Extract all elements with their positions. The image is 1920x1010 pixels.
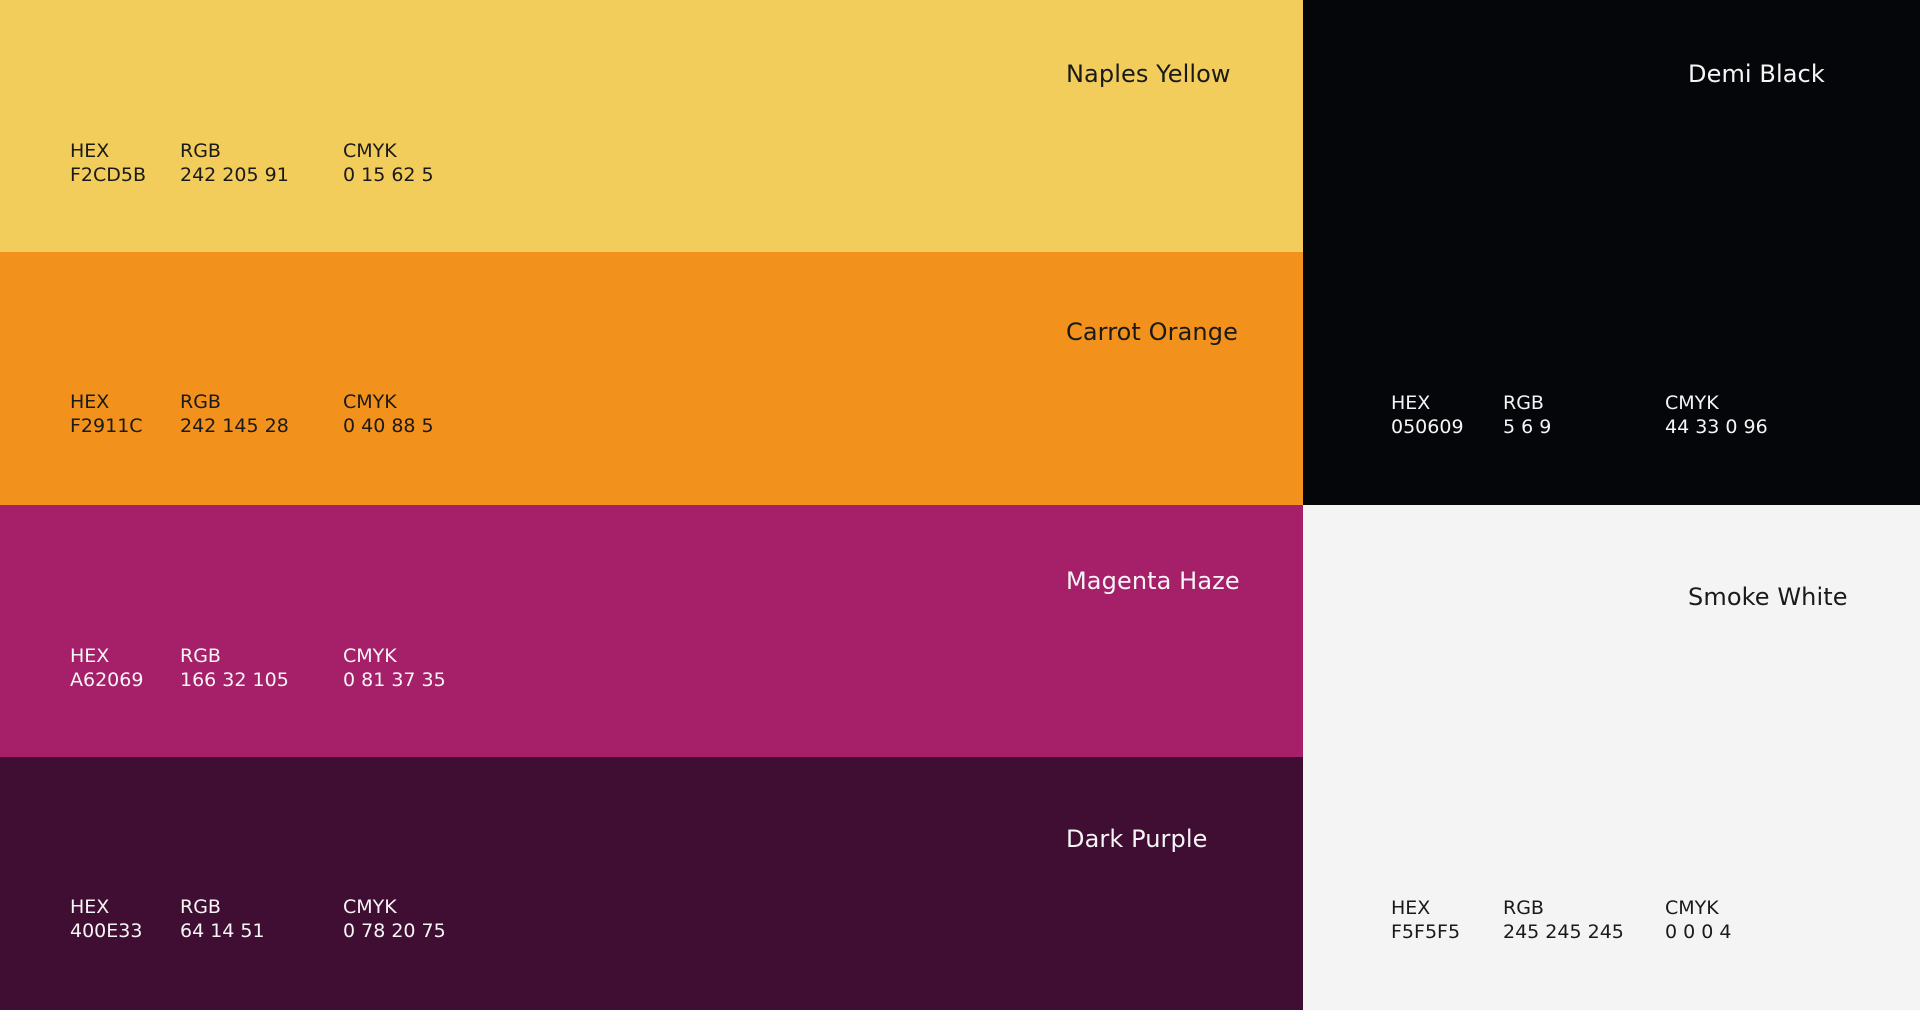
hex-spec: HEX 400E33 <box>70 895 142 943</box>
hex-value: F5F5F5 <box>1391 921 1461 943</box>
cmyk-spec: CMYK 0 40 88 5 <box>343 390 434 438</box>
hex-label: HEX <box>1391 897 1431 919</box>
hex-spec: HEX F2CD5B <box>70 139 146 187</box>
rgb-label: RGB <box>180 896 221 918</box>
cmyk-label: CMYK <box>1665 897 1719 919</box>
rgb-label: RGB <box>180 645 221 667</box>
swatch-demi-black: Demi Black HEX 050609 RGB 5 6 9 CMYK 44 … <box>1303 0 1920 505</box>
cmyk-spec: CMYK 0 0 0 4 <box>1665 896 1731 944</box>
cmyk-label: CMYK <box>343 645 397 667</box>
color-name: Dark Purple <box>1066 825 1208 853</box>
hex-spec: HEX F2911C <box>70 390 143 438</box>
swatch-smoke-white: Smoke White HEX F5F5F5 RGB 245 245 245 C… <box>1303 505 1920 1010</box>
cmyk-value: 0 81 37 35 <box>343 669 446 691</box>
rgb-spec: RGB 5 6 9 <box>1503 391 1551 439</box>
rgb-value: 64 14 51 <box>180 920 265 942</box>
cmyk-spec: CMYK 0 15 62 5 <box>343 139 434 187</box>
rgb-spec: RGB 242 145 28 <box>180 390 289 438</box>
cmyk-spec: CMYK 44 33 0 96 <box>1665 391 1768 439</box>
color-name: Demi Black <box>1688 60 1825 88</box>
rgb-value: 166 32 105 <box>180 669 289 691</box>
hex-value: 400E33 <box>70 920 143 942</box>
rgb-value: 242 145 28 <box>180 415 289 437</box>
rgb-value: 242 205 91 <box>180 164 289 186</box>
swatch-carrot-orange: Carrot Orange HEX F2911C RGB 242 145 28 … <box>0 252 1303 505</box>
color-palette: Naples Yellow HEX F2CD5B RGB 242 205 91 … <box>0 0 1920 1010</box>
rgb-spec: RGB 245 245 245 <box>1503 896 1624 944</box>
cmyk-value: 0 15 62 5 <box>343 164 434 186</box>
hex-label: HEX <box>70 140 110 162</box>
color-name: Carrot Orange <box>1066 318 1238 346</box>
hex-spec: HEX A62069 <box>70 644 143 692</box>
rgb-label: RGB <box>1503 897 1544 919</box>
cmyk-label: CMYK <box>343 896 397 918</box>
cmyk-value: 0 0 0 4 <box>1665 921 1732 943</box>
rgb-value: 5 6 9 <box>1503 416 1552 438</box>
hex-label: HEX <box>70 645 110 667</box>
hex-value: F2CD5B <box>70 164 147 186</box>
hex-spec: HEX 050609 <box>1391 391 1464 439</box>
hex-label: HEX <box>70 391 110 413</box>
rgb-value: 245 245 245 <box>1503 921 1624 943</box>
cmyk-label: CMYK <box>343 391 397 413</box>
cmyk-label: CMYK <box>343 140 397 162</box>
hex-label: HEX <box>70 896 110 918</box>
hex-value: F2911C <box>70 415 143 437</box>
hex-value: A62069 <box>70 669 144 691</box>
rgb-spec: RGB 64 14 51 <box>180 895 265 943</box>
swatch-dark-purple: Dark Purple HEX 400E33 RGB 64 14 51 CMYK… <box>0 757 1303 1010</box>
color-name: Smoke White <box>1688 583 1848 611</box>
rgb-label: RGB <box>180 140 221 162</box>
swatch-naples-yellow: Naples Yellow HEX F2CD5B RGB 242 205 91 … <box>0 0 1303 252</box>
cmyk-label: CMYK <box>1665 392 1719 414</box>
rgb-spec: RGB 242 205 91 <box>180 139 289 187</box>
hex-value: 050609 <box>1391 416 1464 438</box>
cmyk-value: 0 78 20 75 <box>343 920 446 942</box>
swatch-magenta-haze: Magenta Haze HEX A62069 RGB 166 32 105 C… <box>0 505 1303 757</box>
hex-label: HEX <box>1391 392 1431 414</box>
rgb-spec: RGB 166 32 105 <box>180 644 289 692</box>
rgb-label: RGB <box>1503 392 1544 414</box>
cmyk-spec: CMYK 0 78 20 75 <box>343 895 446 943</box>
color-name: Magenta Haze <box>1066 567 1240 595</box>
rgb-label: RGB <box>180 391 221 413</box>
color-name: Naples Yellow <box>1066 60 1231 88</box>
cmyk-value: 44 33 0 96 <box>1665 416 1768 438</box>
hex-spec: HEX F5F5F5 <box>1391 896 1460 944</box>
cmyk-value: 0 40 88 5 <box>343 415 434 437</box>
cmyk-spec: CMYK 0 81 37 35 <box>343 644 446 692</box>
